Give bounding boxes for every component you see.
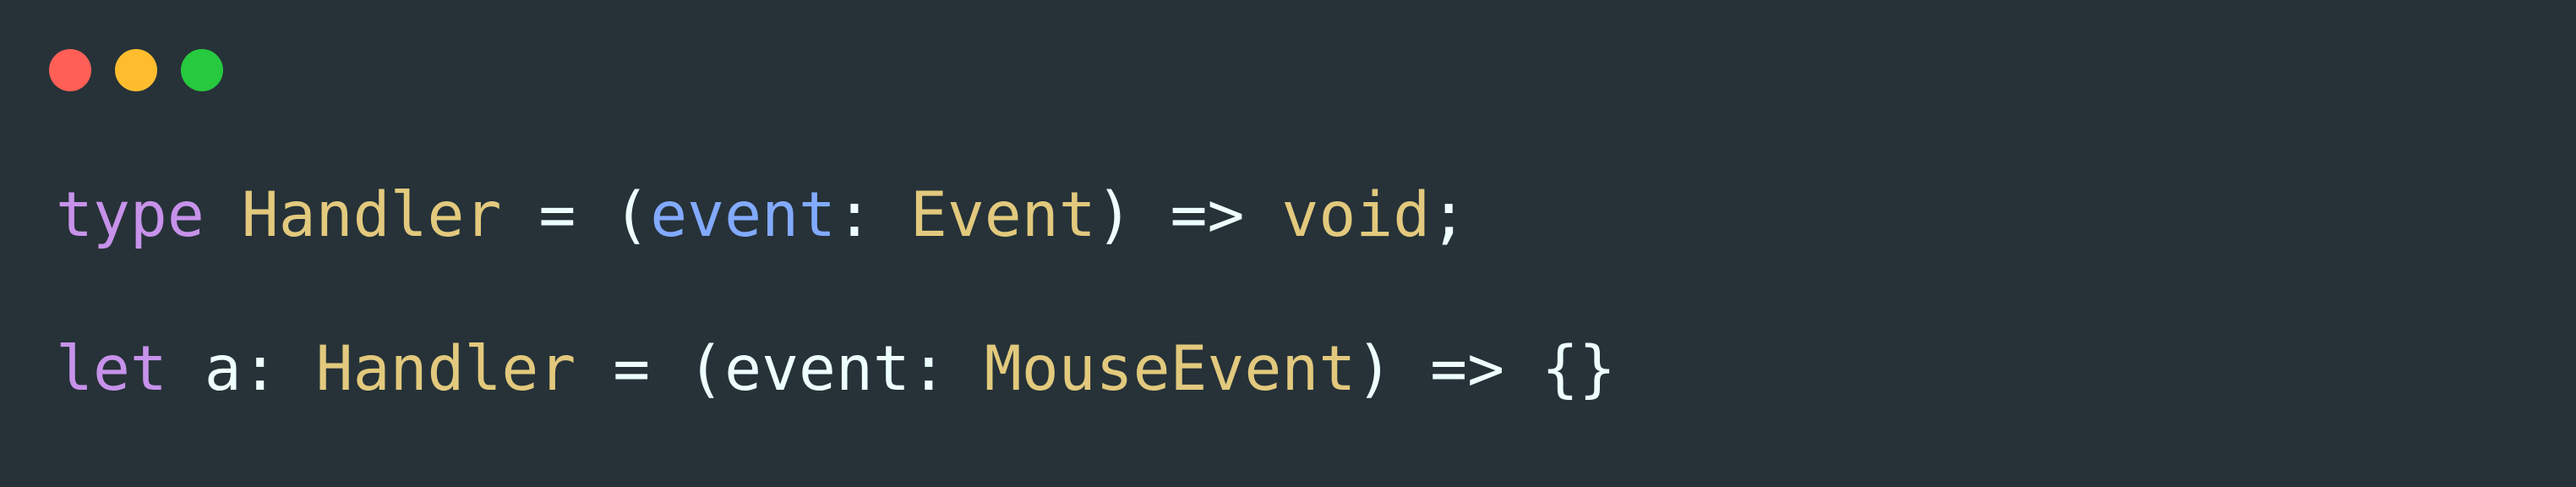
- type-void: void: [1281, 179, 1431, 251]
- window-controls: [49, 49, 223, 93]
- type-mouseevent: MouseEvent: [984, 333, 1356, 405]
- code-token: :: [835, 179, 910, 251]
- code-line-2: let a: Handler = (event: MouseEvent) => …: [56, 323, 1616, 477]
- minimize-button[interactable]: [115, 49, 157, 91]
- type-handler: Handler: [315, 333, 576, 405]
- code-token: ) => {}: [1356, 333, 1616, 405]
- code-token: = (: [501, 179, 651, 251]
- code-window: type Handler = (event: Event) => void; le…: [0, 0, 2576, 487]
- code-block: type Handler = (event: Event) => void; le…: [56, 169, 1616, 477]
- code-token: ) =>: [1095, 179, 1282, 251]
- code-token: a:: [166, 333, 316, 405]
- type-event: Event: [909, 179, 1096, 251]
- keyword-type: type: [56, 179, 205, 251]
- keyword-let: let: [56, 333, 167, 405]
- code-token: = (event:: [576, 333, 985, 405]
- code-line-1: type Handler = (event: Event) => void;: [56, 169, 1616, 323]
- code-token: ;: [1430, 179, 1468, 251]
- zoom-button[interactable]: [181, 49, 223, 91]
- type-handler: Handler: [241, 179, 502, 251]
- close-button[interactable]: [49, 49, 91, 91]
- param-event: event: [650, 179, 836, 251]
